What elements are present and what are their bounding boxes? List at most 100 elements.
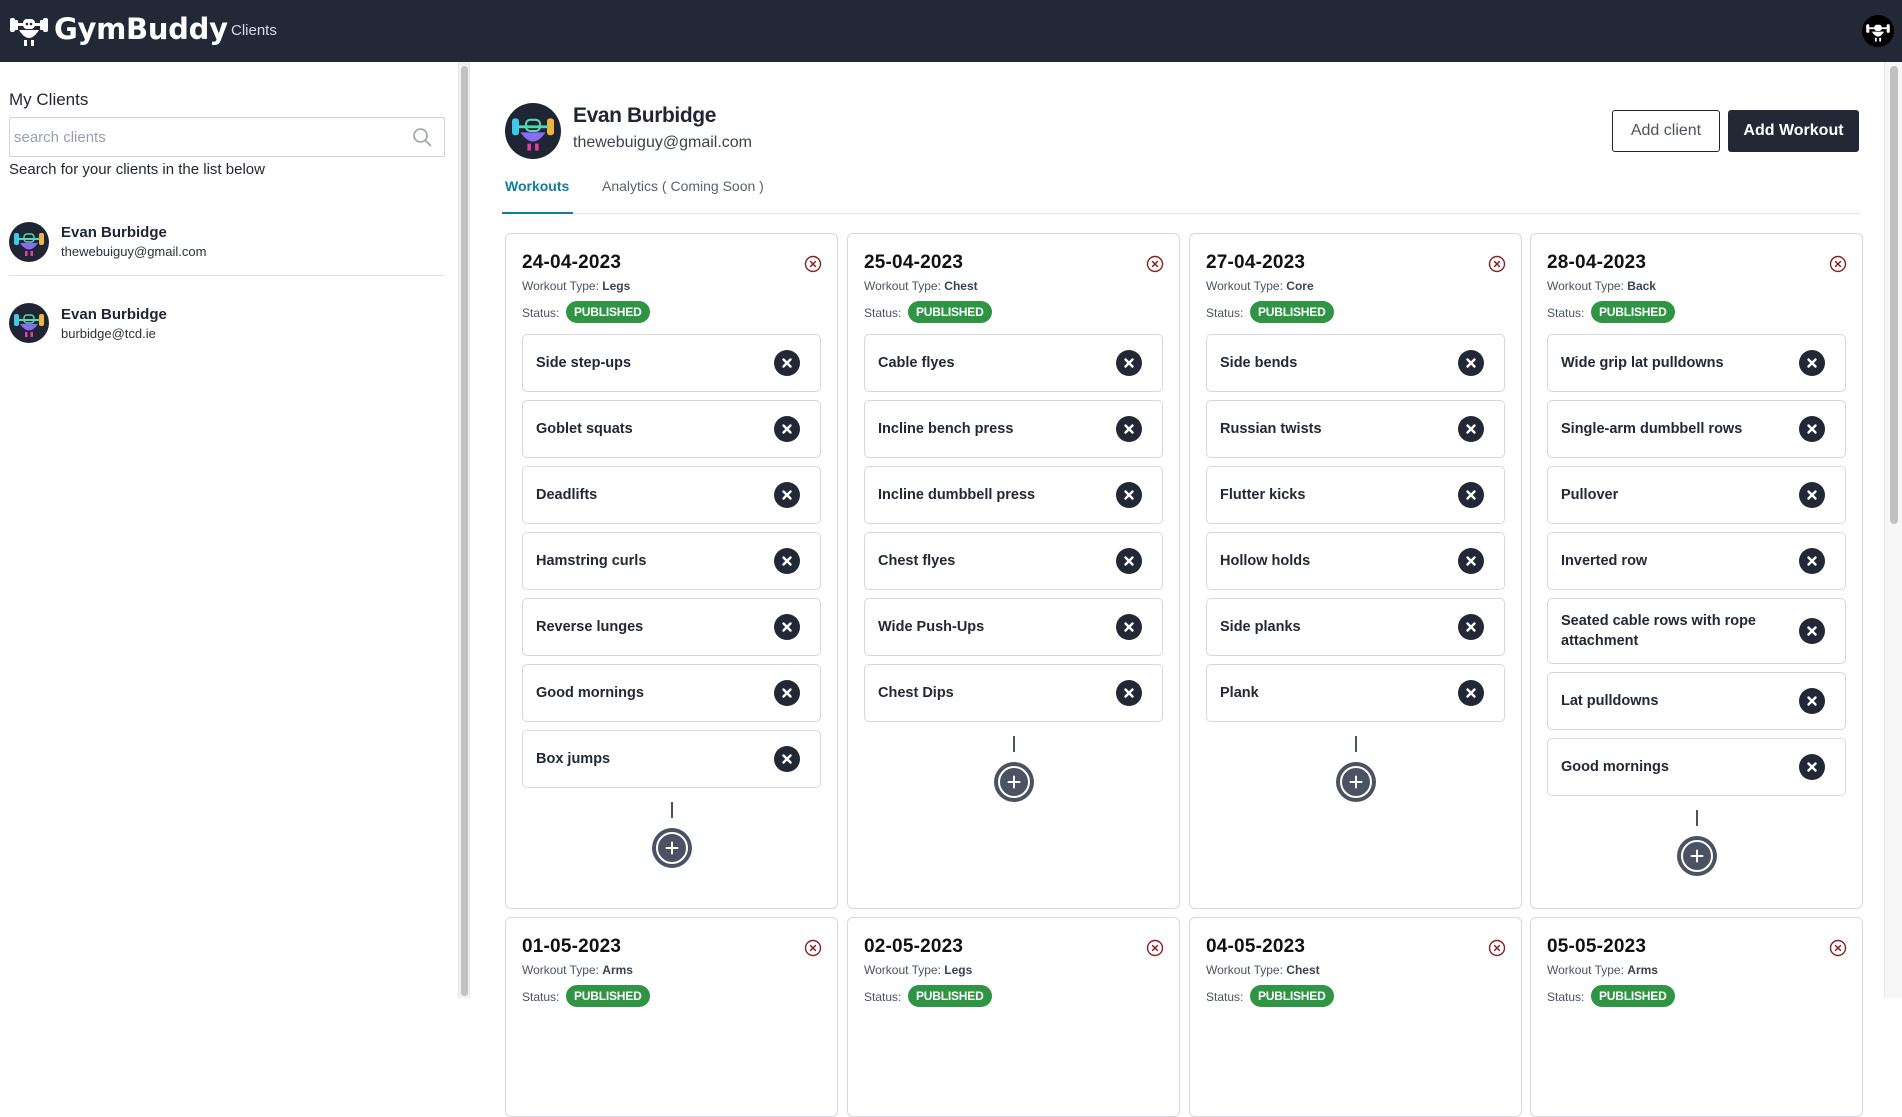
exercise-item[interactable]: Wide grip lat pulldowns xyxy=(1547,334,1846,392)
delete-workout-icon[interactable] xyxy=(1146,939,1164,957)
remove-exercise-button[interactable] xyxy=(1458,614,1484,640)
remove-exercise-button[interactable] xyxy=(774,614,800,640)
remove-exercise-button[interactable] xyxy=(1799,618,1825,644)
remove-exercise-button[interactable] xyxy=(1116,680,1142,706)
delete-workout-icon[interactable] xyxy=(804,939,822,957)
client-avatar-icon xyxy=(14,232,44,256)
profile-name: Evan Burbidge xyxy=(573,104,716,127)
workout-type-value: Arms xyxy=(1627,963,1658,977)
exercise-item[interactable]: Lat pulldowns xyxy=(1547,672,1846,730)
client-email: thewebuiguy@gmail.com xyxy=(61,244,207,259)
add-exercise-ring xyxy=(656,832,688,864)
page-scrollbar-thumb[interactable] xyxy=(1890,66,1898,524)
delete-workout-icon[interactable] xyxy=(1829,255,1847,273)
exercise-item[interactable]: Pullover xyxy=(1547,466,1846,524)
exercise-name: Flutter kicks xyxy=(1220,487,1306,503)
add-exercise-ring xyxy=(1681,840,1713,872)
add-client-button[interactable]: Add client xyxy=(1612,110,1720,152)
exercise-item[interactable]: Seated cable rows with rope attachment xyxy=(1547,598,1846,664)
exercise-item[interactable]: Deadlifts xyxy=(522,466,821,524)
remove-exercise-button[interactable] xyxy=(1799,416,1825,442)
add-exercise-button[interactable] xyxy=(1677,836,1717,876)
client-list-item[interactable]: Evan Burbidge burbidge@tcd.ie xyxy=(9,288,445,358)
remove-exercise-button[interactable] xyxy=(1458,680,1484,706)
add-exercise-button[interactable] xyxy=(994,762,1034,802)
workout-type-label: Workout Type: xyxy=(864,963,941,977)
search-icon[interactable] xyxy=(412,127,432,147)
delete-workout-icon[interactable] xyxy=(1488,939,1506,957)
remove-exercise-button[interactable] xyxy=(1799,482,1825,508)
exercise-item[interactable]: Good mornings xyxy=(1547,738,1846,796)
exercise-item[interactable]: Incline bench press xyxy=(864,400,1163,458)
remove-exercise-button[interactable] xyxy=(1458,416,1484,442)
remove-exercise-button[interactable] xyxy=(1116,614,1142,640)
brand-name: GymBuddy xyxy=(54,12,228,46)
exercise-item[interactable]: Chest flyes xyxy=(864,532,1163,590)
delete-workout-icon[interactable] xyxy=(1488,255,1506,273)
remove-exercise-button[interactable] xyxy=(1799,754,1825,780)
close-icon xyxy=(1124,358,1134,368)
workout-card: 05-05-2023 Workout Type: Arms Status: PUBLI… xyxy=(1530,917,1863,1117)
workout-type-label: Workout Type: xyxy=(1206,963,1283,977)
workout-type-value: Legs xyxy=(944,963,973,977)
add-exercise-ring xyxy=(998,766,1030,798)
client-list-item[interactable]: Evan Burbidge thewebuiguy@gmail.com xyxy=(9,208,445,276)
exercise-item[interactable]: Side bends xyxy=(1206,334,1505,392)
remove-exercise-button[interactable] xyxy=(1799,350,1825,376)
close-icon xyxy=(1807,424,1817,434)
exercise-item[interactable]: Chest Dips xyxy=(864,664,1163,722)
remove-exercise-button[interactable] xyxy=(1116,482,1142,508)
status-badge: PUBLISHED xyxy=(1591,985,1675,1007)
exercise-item[interactable]: Good mornings xyxy=(522,664,821,722)
exercise-item[interactable]: Box jumps xyxy=(522,730,821,788)
add-exercise-button[interactable] xyxy=(1336,762,1376,802)
remove-exercise-button[interactable] xyxy=(1458,350,1484,376)
remove-exercise-button[interactable] xyxy=(774,416,800,442)
exercise-item[interactable]: Inverted row xyxy=(1547,532,1846,590)
remove-exercise-button[interactable] xyxy=(1458,548,1484,574)
sidebar-scrollbar-thumb[interactable] xyxy=(461,66,468,996)
remove-exercise-button[interactable] xyxy=(1458,482,1484,508)
add-workout-button[interactable]: Add Workout xyxy=(1728,110,1859,152)
exercise-item[interactable]: Side step-ups xyxy=(522,334,821,392)
exercise-name: Side bends xyxy=(1220,355,1298,371)
delete-workout-icon[interactable] xyxy=(1829,939,1847,957)
remove-exercise-button[interactable] xyxy=(774,482,800,508)
remove-exercise-button[interactable] xyxy=(1116,416,1142,442)
exercise-item[interactable]: Hollow holds xyxy=(1206,532,1505,590)
exercise-item[interactable]: Plank xyxy=(1206,664,1505,722)
add-exercise-button[interactable] xyxy=(652,828,692,868)
workout-type-value: Chest xyxy=(1286,963,1320,977)
brand-logo[interactable]: GymBuddy xyxy=(8,10,228,48)
exercise-item[interactable]: Wide Push-Ups xyxy=(864,598,1163,656)
exercise-item[interactable]: Reverse lunges xyxy=(522,598,821,656)
remove-exercise-button[interactable] xyxy=(774,680,800,706)
remove-exercise-button[interactable] xyxy=(1799,548,1825,574)
remove-exercise-button[interactable] xyxy=(1116,548,1142,574)
remove-exercise-button[interactable] xyxy=(1116,350,1142,376)
workout-type-label: Workout Type: xyxy=(1547,963,1624,977)
user-avatar[interactable] xyxy=(1862,15,1894,47)
exercise-name: Reverse lunges xyxy=(536,619,644,635)
delete-workout-icon[interactable] xyxy=(804,255,822,273)
tab-analytics[interactable]: Analytics ( Coming Soon ) xyxy=(602,178,764,212)
nav-link-clients[interactable]: Clients xyxy=(231,22,277,39)
exercise-item[interactable]: Cable flyes xyxy=(864,334,1163,392)
exercise-item[interactable]: Side planks xyxy=(1206,598,1505,656)
exercise-item[interactable]: Russian twists xyxy=(1206,400,1505,458)
exercise-item[interactable]: Incline dumbbell press xyxy=(864,466,1163,524)
exercise-item[interactable]: Flutter kicks xyxy=(1206,466,1505,524)
remove-exercise-button[interactable] xyxy=(1799,688,1825,714)
exercise-name: Box jumps xyxy=(536,751,611,767)
remove-exercise-button[interactable] xyxy=(774,548,800,574)
search-clients-input[interactable] xyxy=(14,118,404,156)
exercise-item[interactable]: Hamstring curls xyxy=(522,532,821,590)
exercise-item[interactable]: Goblet squats xyxy=(522,400,821,458)
delete-workout-icon[interactable] xyxy=(1146,255,1164,273)
remove-exercise-button[interactable] xyxy=(774,350,800,376)
exercise-item[interactable]: Single-arm dumbbell rows xyxy=(1547,400,1846,458)
remove-exercise-button[interactable] xyxy=(774,746,800,772)
tab-workouts[interactable]: Workouts xyxy=(502,178,573,214)
page-scrollbar[interactable] xyxy=(1884,62,1902,998)
sidebar-scrollbar[interactable] xyxy=(458,62,470,998)
